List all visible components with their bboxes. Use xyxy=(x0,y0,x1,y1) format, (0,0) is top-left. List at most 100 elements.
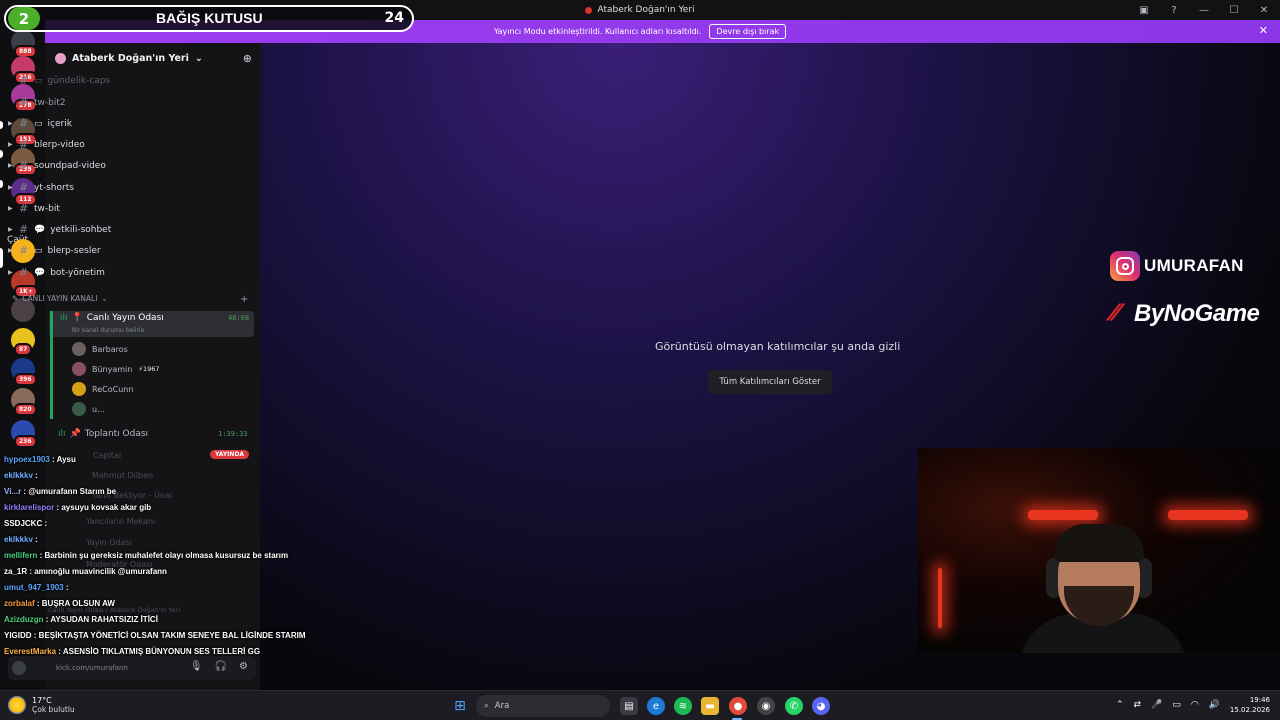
instagram-icon xyxy=(1110,251,1140,281)
sponsor-name: ByNoGame xyxy=(1134,300,1260,327)
file-explorer-icon[interactable]: ▬ xyxy=(701,697,719,715)
close-window-icon[interactable]: ✕ xyxy=(1256,2,1272,18)
minimize-icon[interactable]: — xyxy=(1196,2,1212,18)
channel-item[interactable]: ▶ # 💬 bot-yönetim xyxy=(8,263,208,282)
add-channel-icon[interactable]: + xyxy=(240,294,248,305)
chat-message: Azizduzgn : AYSUDAN RAHATSIZIZ İTİCİ xyxy=(4,615,158,624)
hash-icon: # xyxy=(19,244,29,257)
wifi-icon[interactable]: ◠ xyxy=(1191,700,1199,710)
task-view-icon[interactable]: ▤ xyxy=(620,697,638,715)
weather-widget[interactable]: 17°C Çok bulutlu xyxy=(8,696,75,714)
avatar xyxy=(72,382,86,396)
taskbar-search[interactable]: ⌕ Ara xyxy=(476,695,610,717)
chrome-icon[interactable]: ● xyxy=(729,697,747,715)
chat-message: Vi...r : @umurafann Starım be xyxy=(4,487,117,496)
voice-member[interactable]: u... xyxy=(72,402,105,416)
network-sync-icon[interactable]: ⇄ xyxy=(1134,700,1142,710)
obs-icon[interactable]: ◉ xyxy=(757,697,775,715)
channel-item[interactable]: ▶ # soundpad-video xyxy=(8,156,208,175)
server-icon-1[interactable]: 888 xyxy=(11,30,37,58)
server-header[interactable]: Ataberk Doğan'ın Yeri ⌄ ⊕ xyxy=(45,43,260,73)
clock[interactable]: 19:46 15.02.2026 xyxy=(1230,695,1270,715)
close-notice-icon[interactable]: ✕ xyxy=(1259,24,1268,37)
chevron-down-icon: ⌄ xyxy=(194,52,203,64)
discord-icon[interactable]: ◕ xyxy=(812,697,830,715)
maximize-icon[interactable]: ☐ xyxy=(1226,2,1242,18)
channel-item[interactable]: ▶ # tw-bit xyxy=(8,199,208,218)
show-all-participants-button[interactable]: Tüm Katılımcıları Göster xyxy=(708,370,832,394)
channel-status[interactable]: Bir kanal durumu belirle xyxy=(72,327,144,334)
channel-item[interactable]: ▶ # yt-shorts xyxy=(8,178,208,197)
server-icon-11[interactable]: 820 xyxy=(11,388,37,416)
hash-icon: # xyxy=(19,202,29,215)
expand-arrow-icon: ▶ xyxy=(8,205,13,212)
avatar xyxy=(72,342,86,356)
chat-message: eklkkkv : xyxy=(4,471,38,480)
avatar xyxy=(72,402,86,416)
selected-indicator xyxy=(0,248,3,268)
voice-timer: 1:39:33 xyxy=(218,430,248,438)
webcam-feed xyxy=(918,448,1280,653)
channel-item[interactable]: ▶ # blerp-video xyxy=(8,135,208,154)
windows-taskbar: 17°C Çok bulutlu ⊞ ⌕ Ara ▤ e ≋ ▬ ● ◉ ✆ ◕… xyxy=(0,690,1280,720)
server-icon-9[interactable]: 87 xyxy=(11,328,35,356)
system-tray: ⌃ ⇄ 🎤 ▭ ◠ 🔊 19:46 15.02.2026 xyxy=(1116,695,1270,715)
edge-icon[interactable]: e xyxy=(647,697,665,715)
chevron-down-icon: ⌄ xyxy=(101,294,108,303)
windows-start-icon[interactable]: ⊞ xyxy=(451,697,469,715)
donation-badge: 2 xyxy=(8,7,40,30)
voice-channel-2[interactable]: ılı 📌 Toplantı Odası xyxy=(58,429,148,439)
chat-message: za_1R : amınoğlu muavincilik @umurafann xyxy=(4,567,167,576)
headphones-icon[interactable]: 🎧 xyxy=(215,661,227,672)
member-tag: ⚡1967 xyxy=(138,365,160,373)
category-header[interactable]: ✎ CANLI YAYIN KANALI ⌄ xyxy=(12,294,108,303)
channel-item[interactable]: # tw-bit2 xyxy=(8,93,208,112)
user-panel-text: kick.com/umurafann xyxy=(56,664,128,672)
server-logo-icon xyxy=(585,6,593,14)
chat-message: YIGIDD : BEŞİKTAŞTA YÖNETİCİ OLSAN TAKIM… xyxy=(4,631,306,640)
instagram-handle: UMURAFAN xyxy=(1144,256,1244,275)
display-icon[interactable]: ▭ xyxy=(1172,700,1181,710)
chat-message: mellifern : Barbinin şu gereksiz muhalef… xyxy=(4,551,289,560)
voice-channel-name[interactable]: ılı 📍 Canlı Yayın Odası xyxy=(60,313,164,323)
microphone-tray-icon[interactable]: 🎤 xyxy=(1151,700,1162,710)
chat-message: hypoex1903 : Aysu xyxy=(4,455,76,464)
window-title: Ataberk Doğan'ın Yeri xyxy=(597,5,695,15)
voice-icon: ılı xyxy=(60,313,68,323)
channel-item[interactable]: ▶ # ▭ içerik xyxy=(8,114,208,133)
sponsor-overlay: ⁄⁄ ByNoGame xyxy=(1112,300,1260,328)
voice-member[interactable]: Barbaros xyxy=(72,342,128,356)
microphone-icon[interactable]: 🎙 xyxy=(190,661,203,672)
hash-icon: # xyxy=(19,266,29,279)
inbox-icon[interactable]: ▣ xyxy=(1136,2,1152,18)
weather-condition: Çok bulutlu xyxy=(32,705,75,714)
search-icon: ⌕ xyxy=(484,701,489,711)
server-icon-10[interactable]: 396 xyxy=(11,358,37,386)
help-icon[interactable]: ? xyxy=(1166,2,1182,18)
whatsapp-icon[interactable]: ✆ xyxy=(785,697,803,715)
channel-item[interactable]: ▶ # ▭ blerp-sesler xyxy=(8,241,208,260)
avatar[interactable] xyxy=(12,661,26,675)
invite-icon[interactable]: ⊕ xyxy=(243,52,252,65)
spotify-icon[interactable]: ≋ xyxy=(674,697,692,715)
hash-icon: # xyxy=(19,117,29,130)
gear-icon[interactable]: ⚙ xyxy=(239,661,248,672)
date: 15.02.2026 xyxy=(1229,706,1270,714)
unread-indicator xyxy=(0,121,3,129)
server-icon-12[interactable]: 236 xyxy=(11,420,37,448)
chat-message: SSDJCKC : xyxy=(4,519,48,528)
expand-arrow-icon: ▶ xyxy=(8,141,13,148)
volume-icon[interactable]: 🔊 xyxy=(1209,700,1220,710)
disable-streamer-mode-button[interactable]: Devre dışı bırak xyxy=(709,24,787,39)
unread-indicator xyxy=(0,150,3,158)
pin-icon: 📍 xyxy=(71,313,83,323)
expand-arrow-icon: ▶ xyxy=(8,226,13,233)
donation-box-overlay: 2 BAĞIŞ KUTUSU 24 xyxy=(4,5,414,32)
chat-message: eklkkkv : xyxy=(4,535,38,544)
voice-member[interactable]: Bünyamin ⚡1967 xyxy=(72,362,159,376)
channel-item[interactable]: ▶ # 💬 yetkili-sohbet xyxy=(8,220,208,239)
pin-icon: 📌 xyxy=(69,429,81,439)
channel-item[interactable]: # ▭ gündelik-caps xyxy=(8,71,208,90)
voice-member[interactable]: ReCoCunn xyxy=(72,382,133,396)
chevron-up-icon[interactable]: ⌃ xyxy=(1116,700,1124,710)
